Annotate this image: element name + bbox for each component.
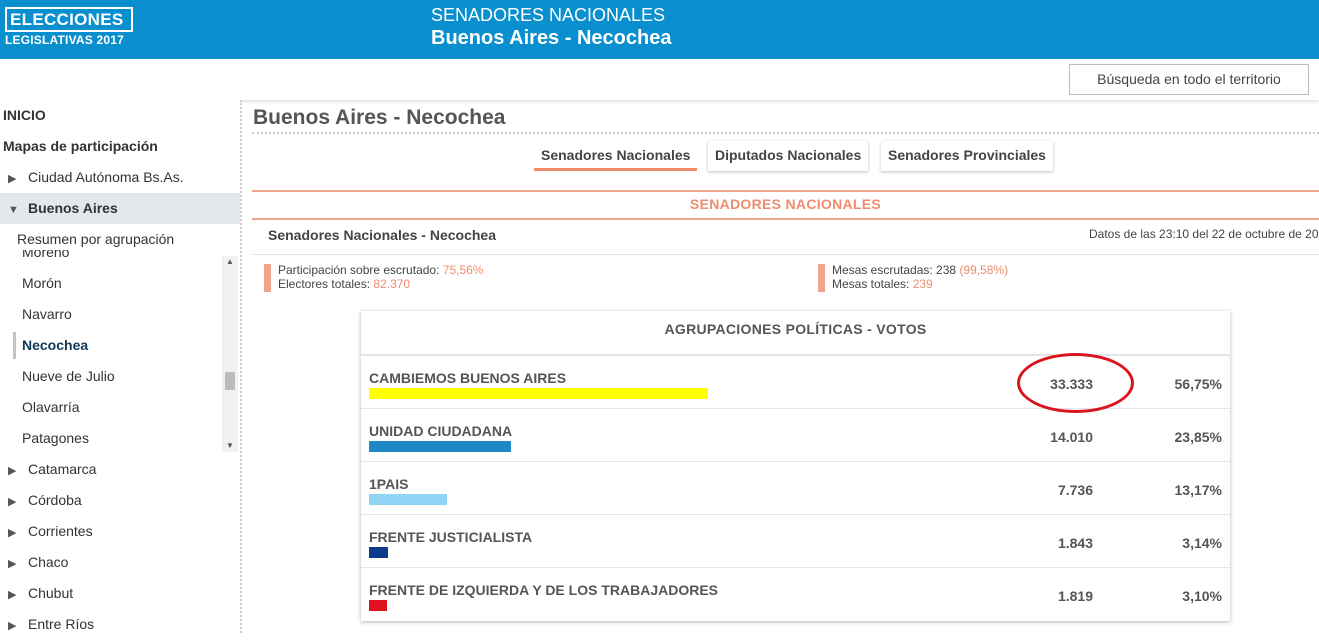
mesas-escrutadas-label: Mesas escrutadas: 238 xyxy=(832,263,960,277)
section-divider xyxy=(252,190,1319,192)
logo-line2: LEGISLATIVAS 2017 xyxy=(5,33,124,47)
sidebar-item-moreno[interactable]: Moreno xyxy=(0,250,240,268)
vote-bar xyxy=(369,600,387,611)
participation-row: Participación sobre escrutado: 75,56% xyxy=(278,263,483,277)
expand-arrow-icon: ▶ xyxy=(8,173,17,185)
sidebar-item-label: Ciudad Autónoma Bs.As. xyxy=(28,169,184,185)
header-titles: SENADORES NACIONALES Buenos Aires - Neco… xyxy=(431,5,671,51)
elecciones-logo[interactable]: ELECCIONES LEGISLATIVAS 2017 xyxy=(5,7,135,50)
party-votes: 1.819 xyxy=(1057,588,1093,604)
collapse-arrow-icon: ▼ xyxy=(8,204,19,216)
mesas-totales-label: Mesas totales: xyxy=(832,277,913,291)
scroll-down-icon[interactable]: ▼ xyxy=(222,440,238,452)
sidebar-item-olavarria[interactable]: Olavarría xyxy=(0,392,240,423)
party-votes: 1.843 xyxy=(1057,535,1093,551)
sidebar-item-label: Corrientes xyxy=(28,523,93,539)
title-divider xyxy=(252,132,1319,134)
results-table-title: AGRUPACIONES POLÍTICAS - VOTOS xyxy=(361,311,1230,355)
municipios-list: Moreno Morón Navarro Necochea Nueve de J… xyxy=(0,250,240,454)
red-highlight-circle xyxy=(1017,353,1134,413)
sidebar-item-label: Entre Ríos xyxy=(28,616,95,632)
sidebar-item-buenos-aires[interactable]: ▼ Buenos Aires xyxy=(0,193,240,224)
sidebar-item-label: Chaco xyxy=(28,554,69,570)
sidebar-item-catamarca[interactable]: ▶ Catamarca xyxy=(0,454,240,485)
sidebar-item-caba[interactable]: ▶ Ciudad Autónoma Bs.As. xyxy=(0,162,240,193)
top-header: ELECCIONES LEGISLATIVAS 2017 SENADORES N… xyxy=(0,0,1319,59)
expand-arrow-icon: ▶ xyxy=(8,620,17,632)
party-name: CAMBIEMOS BUENOS AIRES xyxy=(369,370,567,386)
header-subtitle: SENADORES NACIONALES xyxy=(431,5,666,25)
party-percentage: 56,75% xyxy=(1174,376,1222,392)
party-votes: 14.010 xyxy=(1050,429,1093,445)
table-row[interactable]: FRENTE DE IZQUIERDA Y DE LOS TRABAJADORE… xyxy=(361,567,1230,620)
party-percentage: 13,17% xyxy=(1174,482,1222,498)
mesas-escrutadas-value: (99,58%) xyxy=(959,263,1009,277)
party-votes: 7.736 xyxy=(1057,482,1093,498)
sidebar-item-label: Catamarca xyxy=(28,461,97,477)
expand-arrow-icon: ▶ xyxy=(8,496,17,508)
search-bar: Búsqueda en todo el territorio xyxy=(0,59,1319,100)
party-percentage: 23,85% xyxy=(1174,429,1222,445)
party-name: 1PAIS xyxy=(369,476,409,492)
sidebar-item-patagones[interactable]: Patagones xyxy=(0,423,240,454)
table-row[interactable]: 1PAIS 7.736 13,17% xyxy=(361,461,1230,514)
party-percentage: 3,10% xyxy=(1182,588,1222,604)
expand-arrow-icon: ▶ xyxy=(8,527,17,539)
party-percentage: 3,14% xyxy=(1182,535,1222,551)
table-row[interactable]: UNIDAD CIUDADANA 14.010 23,85% xyxy=(361,408,1230,461)
sidebar-item-necochea[interactable]: Necochea xyxy=(0,330,240,361)
tab-senadores-nacionales[interactable]: Senadores Nacionales xyxy=(534,141,698,171)
mesas-escrutadas-row: Mesas escrutadas: 238 (99,58%) xyxy=(832,263,1008,277)
tab-senadores-provinciales[interactable]: Senadores Provinciales xyxy=(881,141,1053,171)
sidebar-item-chaco[interactable]: ▶ Chaco xyxy=(0,547,240,578)
scroll-thumb[interactable] xyxy=(225,372,235,390)
sidebar-item-moron[interactable]: Morón xyxy=(0,268,240,299)
expand-arrow-icon: ▶ xyxy=(8,558,17,570)
logo-line1: ELECCIONES xyxy=(5,7,133,32)
data-timestamp: Datos de las 23:10 del 22 de octubre de … xyxy=(1089,227,1319,241)
electors-row: Electores totales: 82.370 xyxy=(278,277,483,291)
page-title: Buenos Aires - Necochea xyxy=(253,106,506,129)
sidebar-item-label: Buenos Aires xyxy=(28,200,118,216)
search-territory-button[interactable]: Búsqueda en todo el territorio xyxy=(1069,64,1309,95)
participation-stats: Participación sobre escrutado: 75,56% El… xyxy=(264,263,483,292)
tab-diputados-nacionales[interactable]: Diputados Nacionales xyxy=(708,141,869,171)
participation-label: Participación sobre escrutado: xyxy=(278,263,443,277)
sidebar-item-nueve-de-julio[interactable]: Nueve de Julio xyxy=(0,361,240,392)
header-title: Buenos Aires - Necochea xyxy=(431,27,672,49)
sidebar-item-inicio[interactable]: INICIO xyxy=(0,100,240,131)
sidebar-nav: INICIO Mapas de participación ▶ Ciudad Au… xyxy=(0,100,242,633)
vote-bar xyxy=(369,388,708,399)
sidebar-item-label: Córdoba xyxy=(28,492,82,508)
sidebar-item-corrientes[interactable]: ▶ Corrientes xyxy=(0,516,240,547)
mesas-totales-value: 239 xyxy=(912,277,933,291)
sidebar-item-entre-rios[interactable]: ▶ Entre Ríos xyxy=(0,609,240,640)
vote-bar xyxy=(369,547,388,558)
party-name: FRENTE JUSTICIALISTA xyxy=(369,529,533,545)
sidebar-item-label: Chubut xyxy=(28,585,74,601)
electors-label: Electores totales: xyxy=(278,277,374,291)
table-row[interactable]: FRENTE JUSTICIALISTA 1.843 3,14% xyxy=(361,514,1230,567)
party-name: UNIDAD CIUDADANA xyxy=(369,423,513,439)
party-name: FRENTE DE IZQUIERDA Y DE LOS TRABAJADORE… xyxy=(369,582,719,598)
sidebar-item-cordoba[interactable]: ▶ Córdoba xyxy=(0,485,240,516)
electors-value: 82.370 xyxy=(373,277,411,291)
sidebar-item-chubut[interactable]: ▶ Chubut xyxy=(0,578,240,609)
results-subheading: Senadores Nacionales - Necochea xyxy=(268,227,496,243)
sidebar-scrollbar[interactable] xyxy=(222,256,238,452)
sidebar-item-navarro[interactable]: Navarro xyxy=(0,299,240,330)
participation-value: 75,56% xyxy=(442,263,484,277)
expand-arrow-icon: ▶ xyxy=(8,465,17,477)
mesas-totales-row: Mesas totales: 239 xyxy=(832,277,1008,291)
subheading-divider xyxy=(252,254,1319,255)
expand-arrow-icon: ▶ xyxy=(8,589,17,601)
section-divider xyxy=(252,218,1319,220)
mesas-stats: Mesas escrutadas: 238 (99,58%) Mesas tot… xyxy=(818,263,1008,292)
vote-bar xyxy=(369,494,447,505)
section-title: SENADORES NACIONALES xyxy=(689,196,882,212)
sidebar-item-mapas[interactable]: Mapas de participación xyxy=(0,131,240,162)
vote-bar xyxy=(369,441,511,452)
scroll-up-icon[interactable]: ▲ xyxy=(222,256,238,268)
